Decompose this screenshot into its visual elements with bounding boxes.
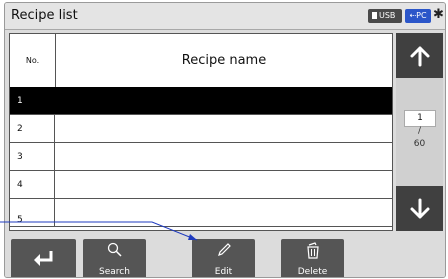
callout-arrow — [0, 221, 198, 241]
